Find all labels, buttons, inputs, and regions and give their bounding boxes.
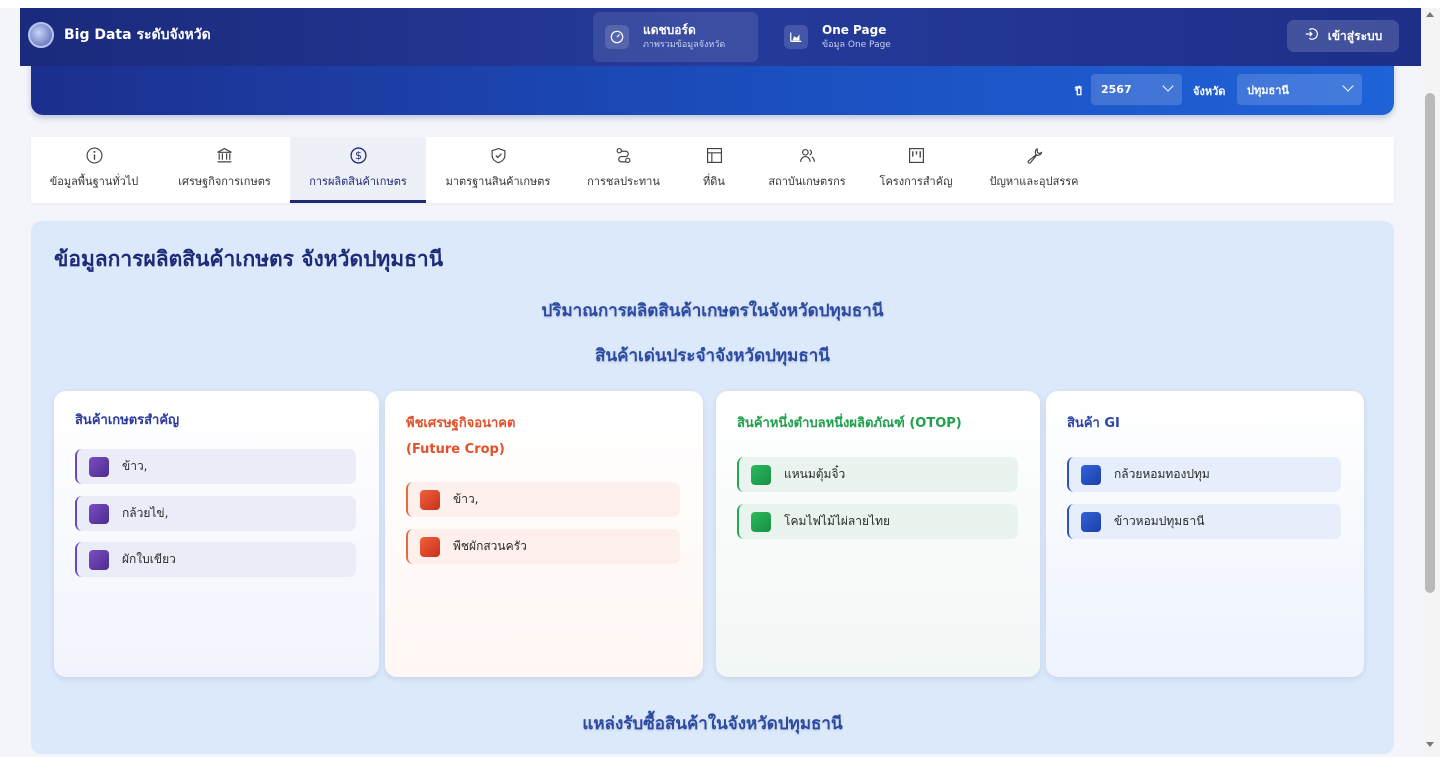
featured-section-title: สินค้าเด่นประจำจังหวัดปทุมธานี [595, 346, 830, 366]
browser-top-strip [0, 0, 1440, 8]
tab-label: ปัญหาและอุปสรรค [989, 175, 1079, 188]
tab-label: การผลิตสินค้าเกษตร [309, 175, 407, 188]
login-icon [1304, 27, 1318, 45]
tab-label: เศรษฐกิจการเกษตร [178, 175, 271, 188]
scrollbar-thumb[interactable] [1425, 93, 1435, 593]
bullet-square-icon [89, 503, 109, 524]
scroll-down-arrow-icon[interactable] [1426, 742, 1434, 747]
nav-dashboard-title: แดชบอร์ด [643, 23, 696, 37]
tab-agri-economy[interactable]: เศรษฐกิจการเกษตร [163, 137, 286, 203]
nav-dashboard[interactable]: แดชบอร์ด ภาพรวมข้อมูลจังหวัด [593, 12, 758, 62]
item-text: แหนมตุ้มจิ๋ว [784, 467, 846, 481]
tab-agri-production[interactable]: $ การผลิตสินค้าเกษตร [290, 137, 426, 203]
tab-label: ข้อมูลพื้นฐานทั่วไป [49, 175, 139, 188]
year-value: 2567 [1101, 83, 1132, 96]
tab-key-projects[interactable]: โครงการสำคัญ [871, 137, 961, 203]
card-title: พืชเศรษฐกิจอนาคต [406, 416, 516, 431]
list-item: ผักใบเขียว [75, 542, 356, 577]
brand[interactable]: Big Data ระดับจังหวัด [28, 22, 211, 48]
tab-label: การชลประทาน [587, 175, 660, 188]
item-text: ข้าว, [453, 492, 479, 506]
tab-problems[interactable]: ปัญหาและอุปสรรค [979, 137, 1089, 203]
list-item: กล้วยหอมทองปทุม [1067, 457, 1341, 492]
list-item: ข้าว, [406, 482, 680, 517]
tab-irrigation[interactable]: การชลประทาน [576, 137, 671, 203]
item-text: โคมไฟไม้ไผ่ลายไทย [784, 514, 891, 528]
filter-bar: ปี 2567 จังหวัด ปทุมธานี [31, 60, 1394, 115]
bank-icon [216, 147, 233, 167]
info-icon [85, 147, 103, 167]
bullet-square-icon [1081, 511, 1101, 532]
card-future-crop: พืชเศรษฐกิจอนาคต (Future Crop) ข้าว, พืช… [385, 391, 703, 677]
route-icon [615, 147, 632, 167]
bullet-square-icon [420, 536, 440, 557]
list-item: ข้าว, [75, 449, 356, 484]
chevron-down-icon [1342, 80, 1354, 92]
card-gi-products: สินค้า GI กล้วยหอมทองปทุม ข้าวหอมปทุมธาน… [1046, 391, 1364, 677]
sources-section-title: แหล่งรับซื้อสินค้าในจังหวัดปทุมธานี [582, 714, 843, 734]
card-otop: สินค้าหนึ่งตำบลหนึ่งผลิตภัณฑ์ (OTOP) แหน… [716, 391, 1040, 677]
card-key-products: สินค้าเกษตรสำคัญ ข้าว, กล้วยไข่, ผักใบเข… [54, 391, 379, 677]
card-subtitle: (Future Crop) [406, 442, 505, 457]
card-title: สินค้าเกษตรสำคัญ [75, 413, 180, 428]
kanban-icon [908, 147, 925, 167]
item-text: ข้าว, [122, 459, 148, 473]
province-seal-logo [28, 22, 54, 48]
list-item: โคมไฟไม้ไผ่ลายไทย [737, 504, 1018, 539]
app-header: Big Data ระดับจังหวัด แดชบอร์ด ภาพรวมข้อ… [20, 8, 1421, 66]
nav-one-page[interactable]: One Page ข้อมูล One Page [772, 12, 922, 62]
list-item: แหนมตุ้มจิ๋ว [737, 457, 1018, 492]
brand-title: Big Data ระดับจังหวัด [64, 27, 211, 43]
bullet-square-icon [89, 456, 109, 477]
chevron-down-icon [1162, 80, 1174, 92]
card-title: สินค้า GI [1067, 416, 1120, 431]
item-text: พืชผักสวนครัว [453, 539, 527, 553]
users-icon [799, 147, 816, 167]
bullet-square-icon [1081, 464, 1101, 485]
nav-one-page-subtitle: ข้อมูล One Page [822, 40, 891, 50]
item-text: กล้วยไข่, [122, 506, 169, 520]
province-value: ปทุมธานี [1247, 83, 1289, 97]
tab-label: สถาบันเกษตรกร [768, 175, 846, 188]
bullet-square-icon [420, 489, 440, 510]
scroll-up-arrow-icon[interactable] [1426, 12, 1434, 17]
year-label: ปี [1075, 85, 1082, 98]
nav-dashboard-subtitle: ภาพรวมข้อมูลจังหวัด [643, 40, 726, 50]
area-chart-icon [784, 25, 808, 49]
production-section-title: ปริมาณการผลิตสินค้าเกษตรในจังหวัดปทุมธาน… [541, 301, 884, 321]
list-item: ข้าวหอมปทุมธานี [1067, 504, 1341, 539]
page-title: ข้อมูลการผลิตสินค้าเกษตร จังหวัดปทุมธานี [54, 247, 444, 271]
login-label: เข้าสู่ระบบ [1327, 28, 1383, 43]
list-item: กล้วยไข่, [75, 496, 356, 531]
bullet-square-icon [751, 511, 771, 532]
nav-one-page-title: One Page [822, 23, 887, 37]
item-text: กล้วยหอมทองปทุม [1114, 467, 1210, 481]
tab-label: โครงการสำคัญ [879, 175, 953, 188]
login-button[interactable]: เข้าสู่ระบบ [1287, 20, 1399, 52]
tab-general-info[interactable]: ข้อมูลพื้นฐานทั่วไป [31, 137, 157, 203]
dollar-icon: $ [349, 147, 367, 167]
bullet-square-icon [89, 549, 109, 570]
item-text: ผักใบเขียว [122, 552, 176, 566]
tab-label: ที่ดิน [703, 175, 725, 188]
production-panel: ข้อมูลการผลิตสินค้าเกษตร จังหวัดปทุมธานี… [31, 221, 1394, 754]
tab-land[interactable]: ที่ดิน [689, 137, 739, 203]
speedometer-icon [605, 25, 629, 49]
bullet-square-icon [751, 464, 771, 485]
item-text: ข้าวหอมปทุมธานี [1114, 514, 1205, 528]
tab-agri-standards[interactable]: มาตรฐานสินค้าเกษตร [433, 137, 563, 203]
category-tabs: ข้อมูลพื้นฐานทั่วไป เศรษฐกิจการเกษตร $ ก… [31, 137, 1394, 203]
shield-check-icon [490, 147, 507, 167]
layout-icon [706, 147, 723, 167]
svg-text:$: $ [355, 149, 362, 162]
wrench-icon [1026, 147, 1043, 167]
year-select[interactable]: 2567 [1091, 74, 1182, 105]
province-label: จังหวัด [1193, 85, 1226, 98]
list-item: พืชผักสวนครัว [406, 529, 680, 564]
tab-farmer-institutions[interactable]: สถาบันเกษตรกร [756, 137, 858, 203]
card-title: สินค้าหนึ่งตำบลหนึ่งผลิตภัณฑ์ (OTOP) [737, 416, 962, 431]
tab-label: มาตรฐานสินค้าเกษตร [445, 175, 551, 188]
province-select[interactable]: ปทุมธานี [1237, 74, 1362, 105]
